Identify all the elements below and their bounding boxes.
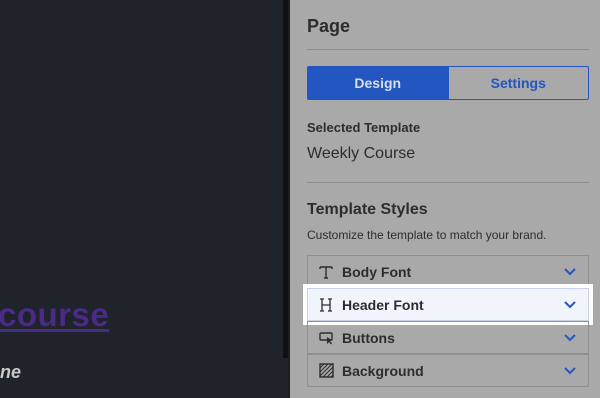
panel-title: Page: [307, 16, 351, 36]
accordion-header-font[interactable]: Header Font: [307, 288, 589, 321]
settings-panel: Page Design Settings Selected Template W…: [290, 0, 600, 398]
background-pattern-icon: [317, 362, 335, 380]
chevron-down-icon: [562, 264, 578, 280]
author-name-fragment: ne: [0, 362, 22, 382]
template-styles-heading: Template Styles: [307, 201, 428, 218]
accordion-background[interactable]: Background: [307, 354, 589, 387]
text-type-icon: [317, 263, 335, 281]
divider: [307, 182, 589, 183]
panel-tabs: Design Settings: [307, 66, 589, 100]
heading-icon: [317, 296, 335, 314]
button-cursor-icon: [317, 329, 335, 347]
selected-template-value: Weekly Course: [307, 145, 416, 162]
course-link[interactable]: course: [0, 296, 109, 334]
page-canvas: course ne: [0, 0, 290, 398]
accordion-body-font[interactable]: Body Font: [307, 255, 589, 288]
chevron-down-icon: [562, 330, 578, 346]
accordion-label: Body Font: [342, 263, 412, 280]
divider: [307, 49, 589, 50]
chevron-down-icon: [562, 297, 578, 313]
chevron-down-icon: [562, 363, 578, 379]
template-styles-description: Customize the template to match your bra…: [307, 228, 547, 242]
tab-design[interactable]: Design: [308, 67, 448, 99]
accordion-buttons[interactable]: Buttons: [307, 321, 589, 354]
accordion-label: Background: [342, 362, 424, 379]
accordion-label: Header Font: [342, 296, 424, 313]
tab-settings[interactable]: Settings: [447, 67, 589, 99]
selected-template-label: Selected Template: [307, 120, 421, 135]
accordion-label: Buttons: [342, 329, 395, 346]
